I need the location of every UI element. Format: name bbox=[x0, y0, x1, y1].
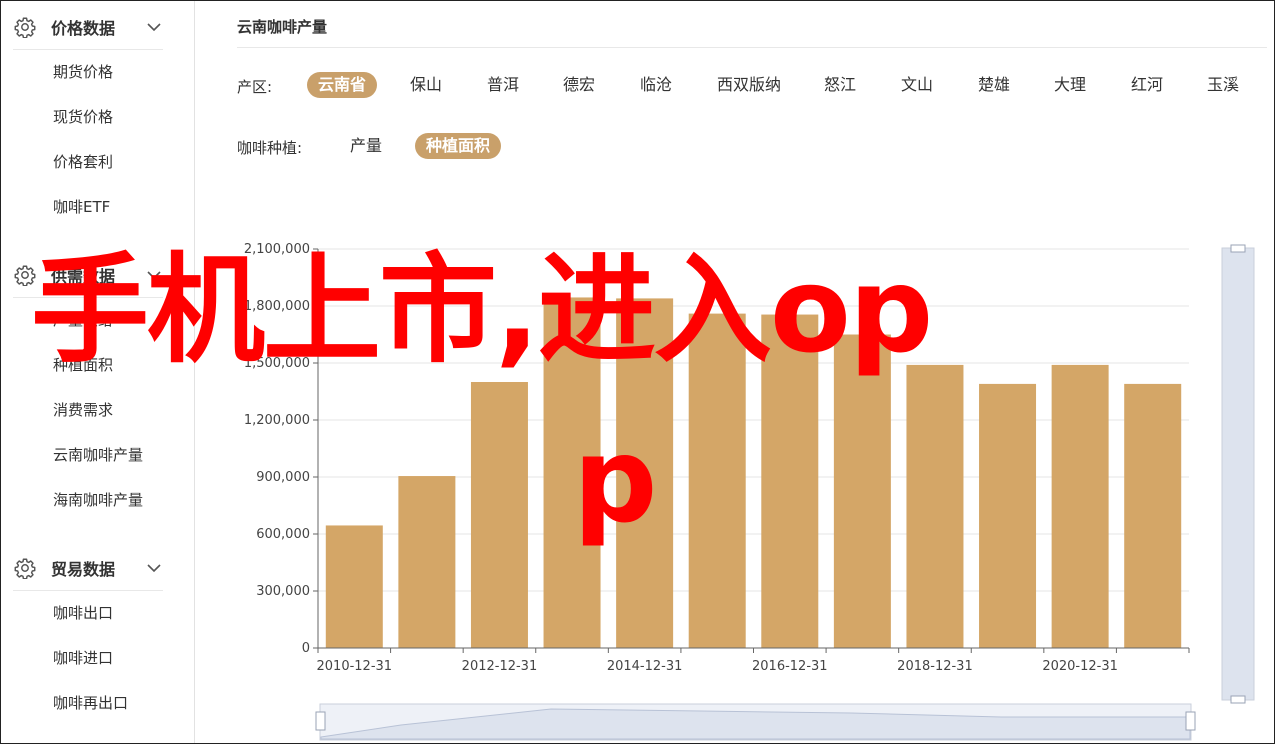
x-tick-label: 2014-12-31 bbox=[607, 659, 683, 674]
x-tick-label: 2016-12-31 bbox=[752, 659, 828, 674]
bar bbox=[398, 476, 456, 648]
x-tick-label: 2018-12-31 bbox=[897, 659, 973, 674]
y-tick-label: 0 bbox=[302, 641, 310, 656]
overlay-text-line2: p bbox=[573, 411, 657, 549]
horizontal-zoom-handle-left bbox=[315, 711, 326, 731]
overlay-text-line1: 手机上市,进入op bbox=[31, 241, 933, 379]
y-tick-label: 300,000 bbox=[256, 584, 310, 599]
bar bbox=[1124, 383, 1182, 648]
bar bbox=[325, 525, 383, 648]
vertical-zoom-handle-top bbox=[1230, 244, 1246, 253]
bar bbox=[1051, 364, 1109, 648]
y-tick-label: 1,200,000 bbox=[244, 413, 310, 428]
bar bbox=[906, 364, 964, 648]
x-tick-label: 2012-12-31 bbox=[462, 659, 538, 674]
x-tick-label: 2020-12-31 bbox=[1042, 659, 1118, 674]
y-tick-label: 900,000 bbox=[256, 470, 310, 485]
x-tick-label: 2010-12-31 bbox=[317, 659, 393, 674]
y-tick-label: 600,000 bbox=[256, 527, 310, 542]
bar bbox=[833, 334, 891, 648]
app-frame: 价格数据 期货价格 现货价格 价格套利 咖啡ETF 供需数据 产量供给 种植面积… bbox=[0, 0, 1275, 744]
vertical-zoom-handle-bottom bbox=[1230, 695, 1246, 704]
vertical-zoom-slider bbox=[1221, 247, 1255, 701]
horizontal-zoom-handle-right bbox=[1185, 711, 1196, 731]
bar bbox=[470, 382, 528, 648]
bar bbox=[979, 383, 1037, 648]
